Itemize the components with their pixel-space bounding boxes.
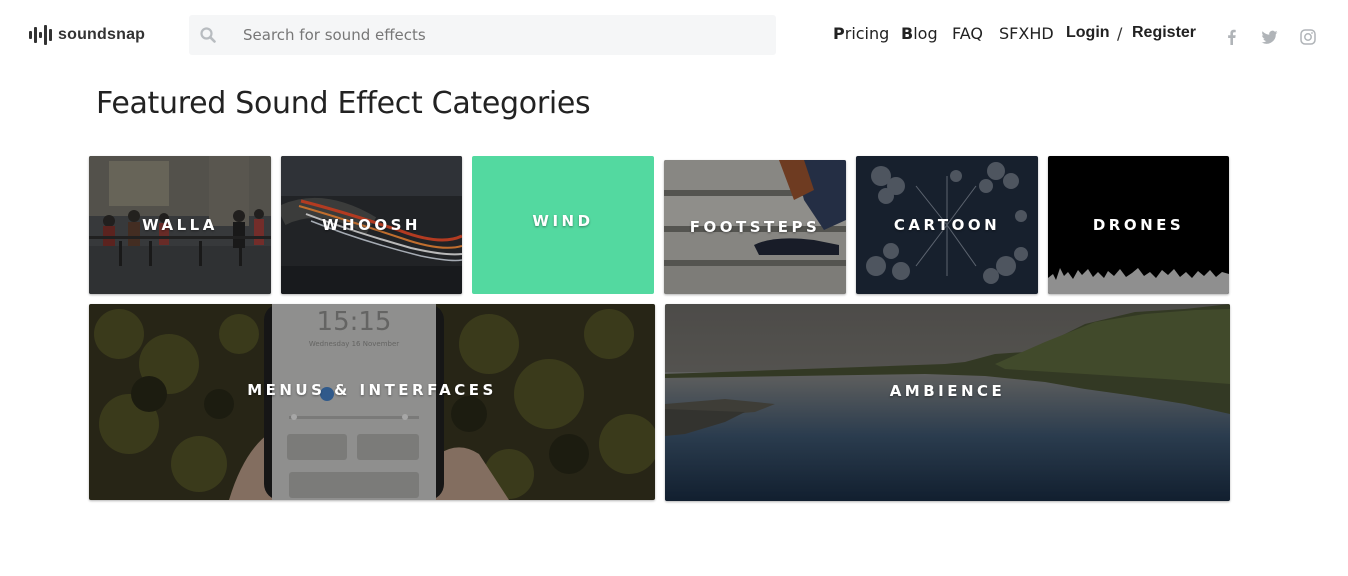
search-bar — [189, 15, 776, 55]
category-tile-whoosh[interactable]: WHOOSH — [281, 156, 462, 294]
category-label-wind: WIND — [532, 211, 594, 230]
category-tile-menus-interfaces[interactable]: 15:15 Wednesday 16 November MENUS & INTE… — [89, 304, 655, 500]
instagram-icon[interactable] — [1300, 29, 1316, 45]
category-tile-cartoon[interactable]: CARTOON — [856, 156, 1038, 294]
nav-pricing-initial: P — [833, 24, 845, 43]
login-register-separator: / — [1117, 24, 1123, 43]
category-tile-ambience[interactable]: AMBIENCE — [665, 304, 1230, 501]
soundsnap-logo[interactable]: soundsnap — [29, 24, 145, 46]
nav-pricing[interactable]: Pricing — [833, 24, 889, 46]
facebook-icon[interactable] — [1224, 29, 1240, 45]
nav-blog[interactable]: Blog — [901, 24, 938, 46]
waveform-logo-icon — [29, 25, 52, 45]
search-input[interactable] — [233, 15, 753, 55]
category-label-whoosh: WHOOSH — [322, 216, 421, 234]
category-label-ambience: AMBIENCE — [889, 381, 1006, 400]
category-label-walla: WALLA — [142, 216, 218, 234]
page-title: Featured Sound Effect Categories — [96, 86, 591, 121]
category-label-menus-interfaces: MENUS & INTERFACES — [247, 381, 497, 400]
category-tile-drones[interactable]: DRONES — [1048, 156, 1229, 294]
menus-interfaces-photo: 15:15 Wednesday 16 November — [89, 304, 655, 500]
register-link[interactable]: Register — [1132, 24, 1196, 46]
nav-pricing-label: ricing — [844, 24, 890, 43]
category-tile-wind[interactable]: WIND — [472, 156, 654, 294]
nav-sfxhd[interactable]: SFXHD — [999, 24, 1054, 46]
logo-text: soundsnap — [58, 26, 146, 43]
search-icon[interactable] — [200, 27, 216, 43]
nav-blog-label: log — [913, 24, 938, 43]
category-label-footsteps: FOOTSTEPS — [689, 218, 821, 236]
category-label-drones: DRONES — [1092, 216, 1185, 234]
nav-faq[interactable]: FAQ — [952, 24, 983, 46]
login-link[interactable]: Login — [1066, 24, 1110, 46]
twitter-icon[interactable] — [1261, 29, 1278, 45]
category-label-cartoon: CARTOON — [893, 216, 1001, 234]
category-tile-walla[interactable]: WALLA — [89, 156, 271, 294]
ambience-photo — [665, 304, 1230, 501]
category-tile-footsteps[interactable]: FOOTSTEPS — [664, 160, 846, 294]
nav-blog-initial: B — [901, 24, 914, 43]
